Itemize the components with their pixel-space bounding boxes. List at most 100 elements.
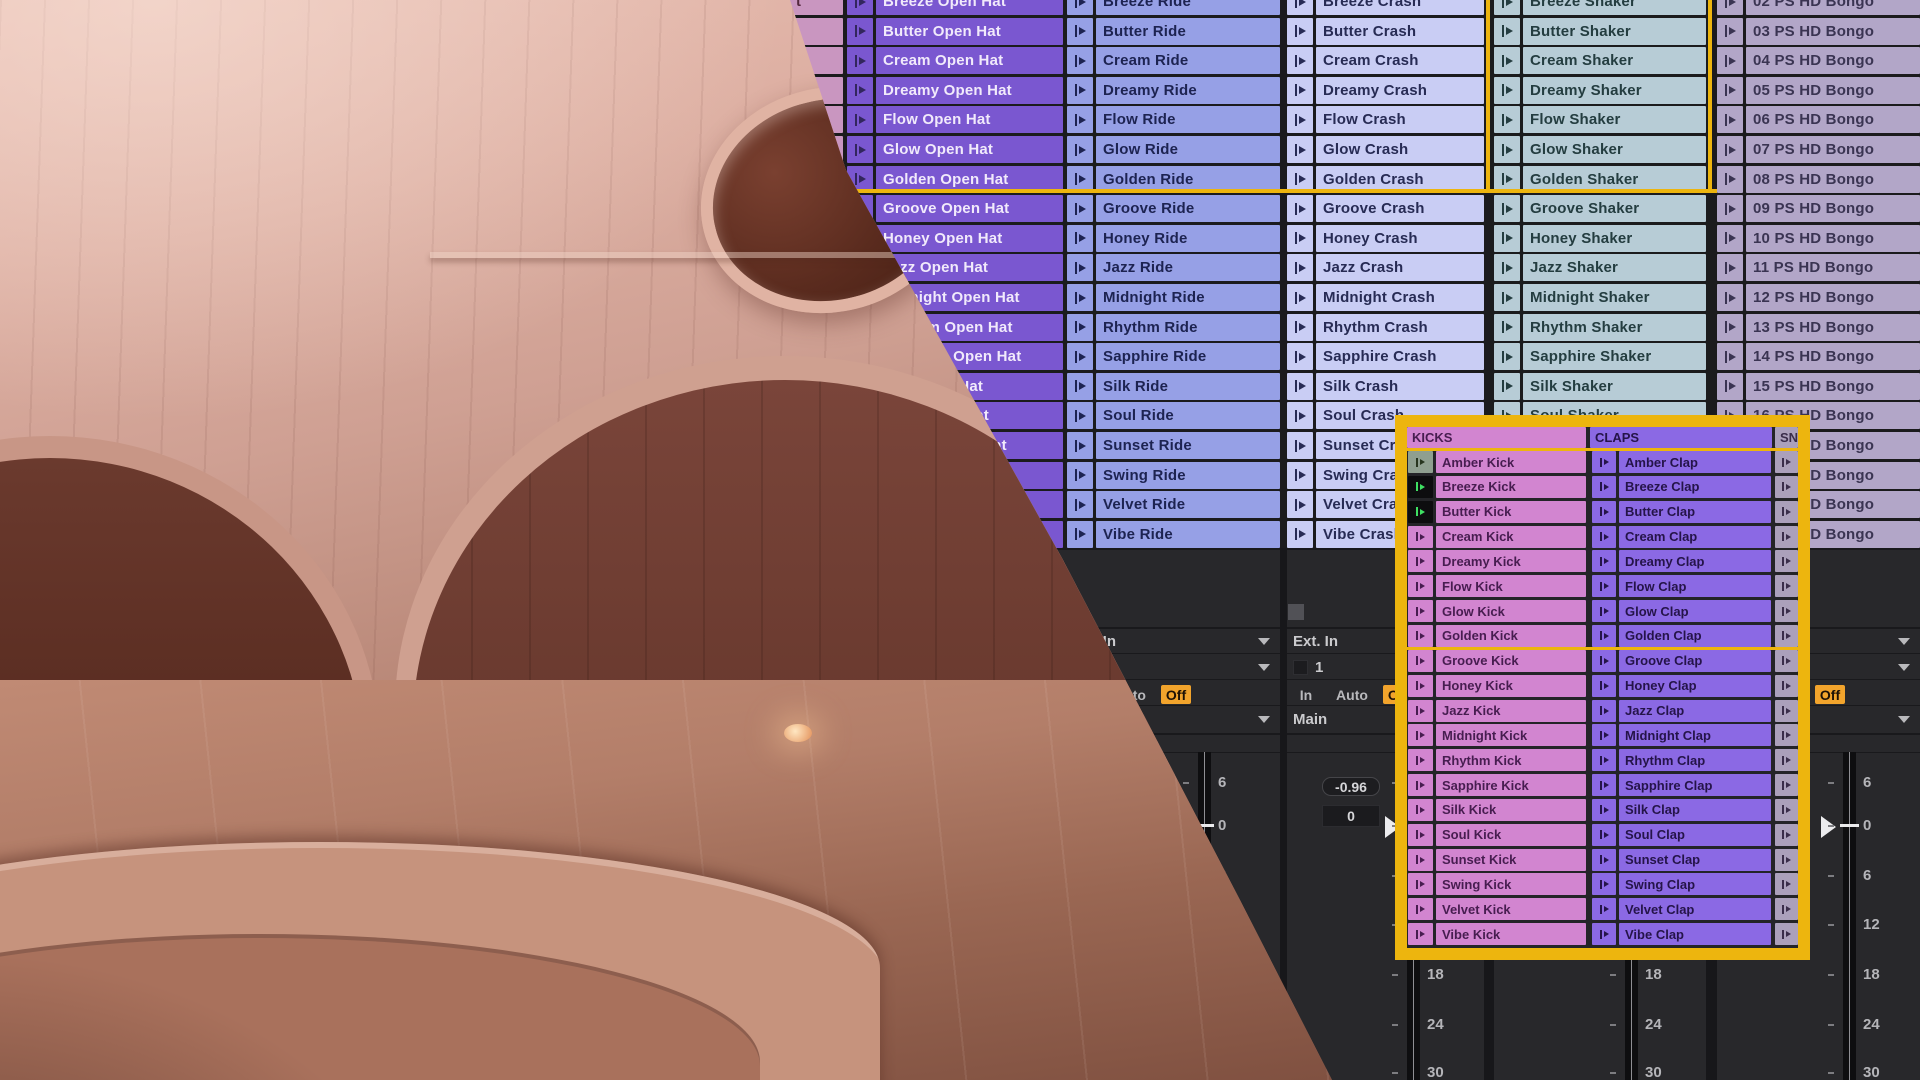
clip-launch-button[interactable]	[1287, 254, 1313, 281]
clip-slot[interactable]: Sunset Clap	[1619, 849, 1771, 871]
clip-launch-button[interactable]	[760, 284, 786, 311]
clip-launch-button[interactable]	[1287, 77, 1313, 104]
clip-launch-button[interactable]	[760, 432, 786, 459]
clip-launch-button[interactable]	[1775, 675, 1798, 697]
clip-launch-button[interactable]	[1067, 77, 1093, 104]
clip-launch-button[interactable]	[1287, 284, 1313, 311]
clip-slot[interactable]	[789, 106, 843, 133]
clip-launch-button[interactable]	[760, 314, 786, 341]
clip-slot[interactable]	[789, 136, 843, 163]
clip-launch-button[interactable]	[1067, 343, 1093, 370]
clip-slot[interactable]: Groove Shaker	[1523, 195, 1706, 222]
clip-launch-button[interactable]	[1592, 873, 1616, 895]
clip-launch-button[interactable]	[760, 106, 786, 133]
clip-launch-button[interactable]	[1067, 521, 1093, 548]
clip-slot[interactable]: Cream Open Hat	[876, 47, 1063, 74]
monitor-auto-button[interactable]: Auto	[1331, 685, 1373, 704]
clip-launch-button[interactable]	[1408, 575, 1433, 597]
clip-slot[interactable]: Silk Shaker	[1523, 373, 1706, 400]
monitor-off-button[interactable]: Off	[1815, 685, 1845, 704]
clip-launch-button[interactable]	[1494, 0, 1520, 15]
clip-launch-button[interactable]	[1592, 824, 1616, 846]
clip-launch-button[interactable]	[1717, 195, 1743, 222]
clip-launch-button[interactable]	[1592, 898, 1616, 920]
clip-slot[interactable]: Jazz Clap	[1619, 700, 1771, 722]
clip-slot[interactable]: Honey Ride	[1096, 225, 1280, 252]
clip-launch-button[interactable]	[1775, 650, 1798, 672]
clip-launch-button[interactable]	[847, 491, 873, 518]
clip-launch-button[interactable]	[1717, 343, 1743, 370]
clip-slot[interactable]: Vibe Ride	[1096, 521, 1280, 548]
clip-launch-button[interactable]	[1494, 254, 1520, 281]
clip-slot[interactable]: Glow Open Hat	[876, 136, 1063, 163]
clip-launch-button[interactable]	[847, 284, 873, 311]
clip-slot[interactable]	[789, 254, 843, 281]
clip-launch-button[interactable]	[1592, 501, 1616, 523]
clip-launch-button[interactable]	[1592, 451, 1616, 473]
clip-slot[interactable]: Jazz Shaker	[1523, 254, 1706, 281]
clip-slot[interactable]: Jazz Ride	[1096, 254, 1280, 281]
chevron-down-icon[interactable]	[1898, 664, 1910, 671]
clip-launch-button[interactable]	[1592, 749, 1616, 771]
clip-slot[interactable]	[789, 225, 843, 252]
clip-launch-button[interactable]	[847, 462, 873, 489]
clip-launch-button[interactable]	[1408, 898, 1433, 920]
clip-launch-button[interactable]	[1592, 675, 1616, 697]
clip-launch-button[interactable]	[1775, 600, 1798, 622]
clip-launch-button[interactable]	[1717, 0, 1743, 15]
clip-slot[interactable]: Butter Shaker	[1523, 18, 1706, 45]
clip-slot[interactable]: Soul Kick	[1436, 824, 1586, 846]
clip-launch-button[interactable]	[1408, 749, 1433, 771]
clip-slot[interactable]: Flow Kick	[1436, 575, 1586, 597]
chevron-down-icon[interactable]	[1258, 716, 1270, 723]
clip-slot[interactable]	[789, 402, 843, 429]
clip-slot[interactable]: t	[789, 0, 843, 15]
clip-launch-button[interactable]	[1287, 18, 1313, 45]
clip-slot[interactable]: Golden Kick	[1436, 625, 1586, 647]
clip-launch-button[interactable]	[1067, 195, 1093, 222]
clip-slot[interactable]: Flow Clap	[1619, 575, 1771, 597]
clip-launch-button[interactable]	[1067, 284, 1093, 311]
clip-launch-button[interactable]	[1408, 774, 1433, 796]
clip-launch-button[interactable]	[1494, 77, 1520, 104]
clip-launch-button[interactable]	[847, 225, 873, 252]
clip-launch-button[interactable]	[1775, 700, 1798, 722]
clip-slot[interactable]: Groove Clap	[1619, 650, 1771, 672]
clip-slot[interactable]: 10 PS HD Bongo	[1746, 225, 1920, 252]
clip-launch-button[interactable]	[760, 254, 786, 281]
clip-launch-button[interactable]	[1067, 432, 1093, 459]
clip-launch-button[interactable]	[1775, 724, 1798, 746]
clip-launch-button[interactable]	[1494, 195, 1520, 222]
clip-launch-button[interactable]	[1408, 625, 1433, 647]
clip-slot[interactable]: Groove Open Hat	[876, 195, 1063, 222]
clip-launch-button[interactable]	[1775, 849, 1798, 871]
clip-launch-button[interactable]	[1775, 451, 1798, 473]
clip-slot[interactable]: Breeze Crash	[1316, 0, 1484, 15]
clip-launch-button[interactable]	[1592, 600, 1616, 622]
clip-launch-button[interactable]	[1592, 923, 1616, 945]
clip-launch-button[interactable]	[1717, 18, 1743, 45]
clip-slot[interactable]: Cream Ride	[1096, 47, 1280, 74]
stop-all-clips-button[interactable]	[1066, 604, 1082, 620]
clip-launch-button[interactable]	[1287, 432, 1313, 459]
clip-slot[interactable]: Soul Clap	[1619, 824, 1771, 846]
clip-launch-button[interactable]	[1408, 451, 1433, 473]
clip-launch-button[interactable]	[1408, 501, 1433, 523]
clip-slot[interactable]: Butter Ride	[1096, 18, 1280, 45]
clip-slot[interactable]: Rhythm Open Hat	[876, 314, 1063, 341]
clip-slot[interactable]: 02 PS HD Bongo	[1746, 0, 1920, 15]
clip-launch-button[interactable]	[760, 343, 786, 370]
clip-launch-button[interactable]	[1494, 343, 1520, 370]
clip-launch-button[interactable]	[1287, 521, 1313, 548]
volume-value[interactable]: -0.96	[1322, 777, 1380, 796]
clip-slot[interactable]: Velvet Ride	[1096, 491, 1280, 518]
clip-launch-button[interactable]	[1717, 166, 1743, 193]
clip-slot[interactable]: Flow Shaker	[1523, 106, 1706, 133]
clip-slot[interactable]	[789, 284, 843, 311]
clip-slot[interactable]: 14 PS HD Bongo	[1746, 343, 1920, 370]
clip-slot[interactable]: Butter Kick	[1436, 501, 1586, 523]
clip-slot[interactable]: Dreamy Crash	[1316, 77, 1484, 104]
clip-launch-button[interactable]	[1717, 225, 1743, 252]
clip-slot[interactable]: Cream Crash	[1316, 47, 1484, 74]
clip-slot[interactable]: Glow Kick	[1436, 600, 1586, 622]
